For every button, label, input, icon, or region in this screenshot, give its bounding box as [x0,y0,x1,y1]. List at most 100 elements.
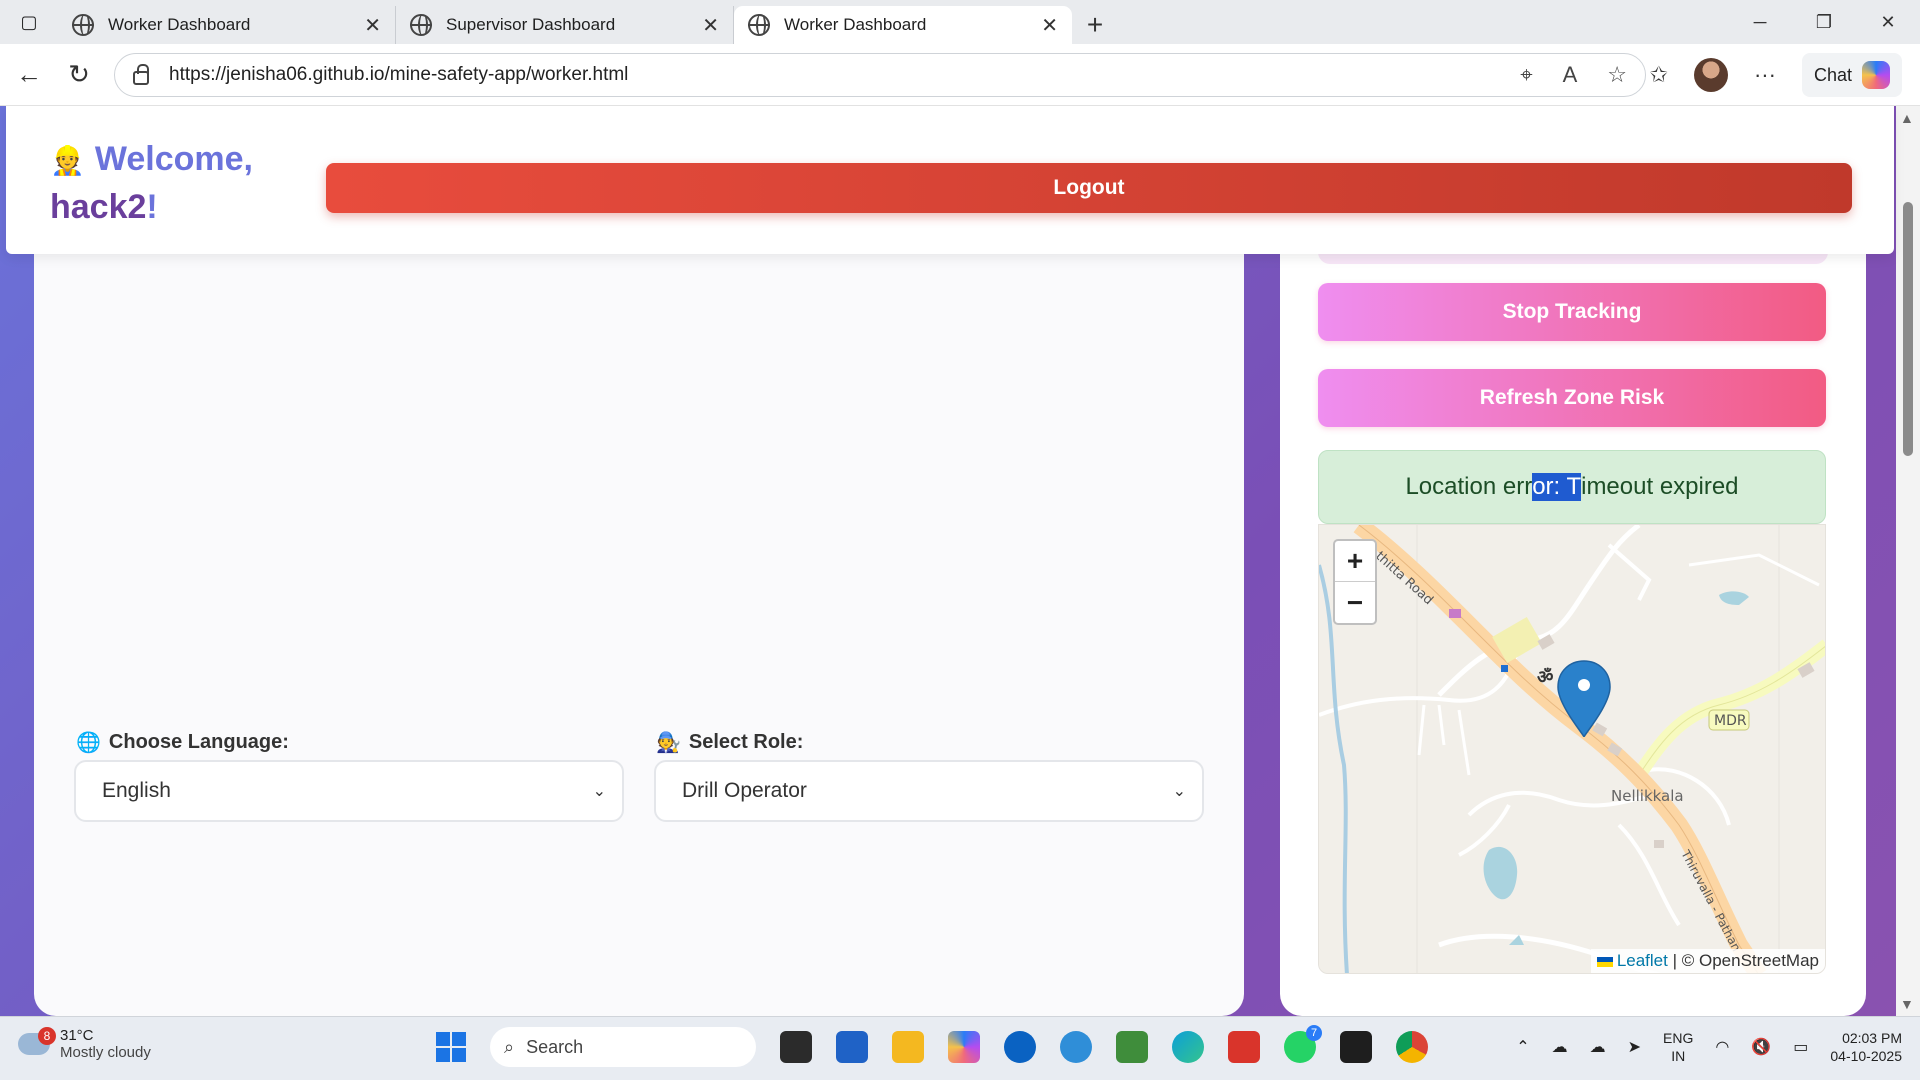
zoom-in-button[interactable]: + [1335,541,1375,582]
tab-actions-icon[interactable]: ▢ [0,0,58,44]
globe-icon [72,14,94,36]
tab-title: Supervisor Dashboard [446,15,616,34]
location-map[interactable]: thitta Road ॐ MDR Nellikkala Thiruvalla … [1318,524,1826,974]
map-label-mdr: MDR [1714,713,1747,729]
status-text-selection: or: T [1532,473,1582,501]
wifi-icon[interactable]: ◠ [1715,1037,1729,1057]
weather-desc: Mostly cloudy [60,1044,151,1061]
clock[interactable]: 02:03 PM 04-10-2025 [1830,1029,1902,1065]
map-label-place: Nellikkala [1611,787,1684,805]
zoom-out-button[interactable]: − [1335,582,1375,623]
browser-tab-bar: ▢ Worker Dashboard ✕ Supervisor Dashboar… [0,0,1920,44]
lang-line2: IN [1671,1048,1686,1064]
mute-icon[interactable]: 🔇 [1751,1037,1771,1057]
welcome-heading: 👷 Welcome, hack2! [50,136,253,230]
status-text-suffix: imeout expired [1581,473,1739,500]
copilot-app-icon[interactable] [948,1031,980,1063]
help-icon[interactable] [1060,1031,1092,1063]
task-view-icon[interactable] [780,1031,812,1063]
url-input[interactable]: https://jenisha06.github.io/mine-safety-… [114,53,1646,97]
url-text: https://jenisha06.github.io/mine-safety-… [169,64,629,85]
tab-title: Worker Dashboard [108,15,251,34]
node-icon[interactable] [1116,1031,1148,1063]
taskbar-search[interactable]: ⌕ Search [490,1027,756,1067]
file-explorer-icon[interactable] [892,1031,924,1063]
profile-avatar[interactable] [1693,58,1728,92]
send-icon[interactable]: ➤ [1628,1037,1641,1057]
map-tiles: thitta Road ॐ MDR Nellikkala Thiruvalla … [1319,525,1825,973]
status-text-prefix: Location err [1405,473,1533,500]
stop-tracking-button[interactable]: Stop Tracking [1318,283,1826,341]
terminal-icon[interactable] [1340,1031,1372,1063]
search-label: Search [526,1036,584,1057]
minimize-icon[interactable]: ─ [1728,0,1792,44]
close-icon[interactable]: ✕ [1041,13,1058,38]
favorite-star-icon[interactable]: ☆ [1607,62,1627,88]
chevron-up-icon[interactable]: ⌃ [1516,1037,1529,1057]
close-icon[interactable]: ✕ [364,13,381,38]
system-tray: ⌃ ☁ ☁ ➤ ENG IN ◠ 🔇 ▭ 02:03 PM 04-10-2025 [1516,1029,1902,1065]
window-controls: ─ ❐ ✕ [1728,0,1920,44]
chrome-icon[interactable] [1396,1031,1428,1063]
tab-title: Worker Dashboard [784,15,927,34]
lock-icon [133,64,149,85]
new-tab-button[interactable]: + [1072,6,1118,44]
clock-date: 04-10-2025 [1830,1048,1902,1064]
scroll-down-icon[interactable]: ▼ [1900,996,1914,1012]
weather-temp: 31°C [60,1027,94,1044]
close-icon[interactable]: ✕ [702,13,719,38]
role-select[interactable]: Drill Operator ⌄ [654,760,1204,822]
chat-label: Chat [1813,64,1852,85]
location-icon[interactable]: ⌖ [1520,62,1532,88]
osm-attribution: | © OpenStreetMap [1672,951,1819,970]
chevron-down-icon: ⌄ [592,783,606,800]
globe-icon [748,14,770,36]
worker-role-icon: 🧑‍🔧 [656,732,681,754]
role-label: 🧑‍🔧 Select Role: [656,730,803,755]
globe-icon: 🌐 [76,732,101,754]
language-select[interactable]: English ⌄ [74,760,624,822]
back-arrow-icon[interactable]: ← [4,50,54,100]
hp-icon[interactable] [1004,1031,1036,1063]
language-indicator[interactable]: ENG IN [1663,1029,1693,1065]
refresh-icon[interactable]: ↻ [54,50,104,100]
cloud-offline-icon[interactable]: ☁ [1590,1037,1606,1057]
edge-icon[interactable] [1172,1031,1204,1063]
whatsapp-icon[interactable]: 7 [1284,1025,1322,1063]
clock-time: 02:03 PM [1842,1030,1902,1046]
windows-start-icon[interactable] [436,1032,466,1062]
store-icon[interactable] [836,1031,868,1063]
language-selected-value: English [102,779,171,802]
favorites-icon[interactable]: ✩ [1650,62,1668,88]
more-menu-icon[interactable]: ··· [1754,62,1776,88]
refresh-zone-risk-button[interactable]: Refresh Zone Risk [1318,369,1826,427]
wps-icon[interactable] [1228,1031,1260,1063]
whatsapp-badge: 7 [1306,1025,1322,1041]
battery-icon[interactable]: ▭ [1793,1037,1808,1057]
scrollbar-thumb[interactable] [1903,202,1913,456]
read-aloud-icon[interactable]: A [1563,62,1578,88]
copilot-icon [1862,61,1890,89]
tab-supervisor-dashboard[interactable]: Supervisor Dashboard ✕ [396,6,734,44]
chat-button[interactable]: Chat [1801,53,1902,97]
page-header: 👷 Welcome, hack2! Logout [6,106,1894,254]
language-label: 🌐 Choose Language: [76,730,289,755]
tab-worker-dashboard-2[interactable]: Worker Dashboard ✕ [734,6,1072,44]
worker-icon: 👷 [50,145,85,176]
leaflet-link[interactable]: Leaflet [1617,951,1668,970]
page-scrollbar[interactable]: ▲ ▼ [1896,106,1920,1016]
onedrive-icon[interactable]: ☁ [1552,1037,1568,1057]
restore-icon[interactable]: ❐ [1792,0,1856,44]
scroll-up-icon[interactable]: ▲ [1900,110,1914,126]
tab-worker-dashboard-1[interactable]: Worker Dashboard ✕ [58,6,396,44]
globe-icon [410,14,432,36]
close-window-icon[interactable]: ✕ [1856,0,1920,44]
ukraine-flag-icon [1596,956,1613,967]
welcome-text: Welcome, [94,140,253,178]
address-bar: ← ↻ https://jenisha06.github.io/mine-saf… [0,44,1920,106]
role-label-text: Select Role: [688,731,804,753]
windows-taskbar: 31°C Mostly cloudy 8 ⌕ Search 7 ⌃ ☁ ☁ ➤ … [0,1016,1920,1080]
language-label-text: Choose Language: [108,731,289,753]
page-viewport: 👷 Welcome, hack2! Logout Stop Tracking Re… [0,106,1920,1016]
logout-button[interactable]: Logout [326,163,1852,213]
